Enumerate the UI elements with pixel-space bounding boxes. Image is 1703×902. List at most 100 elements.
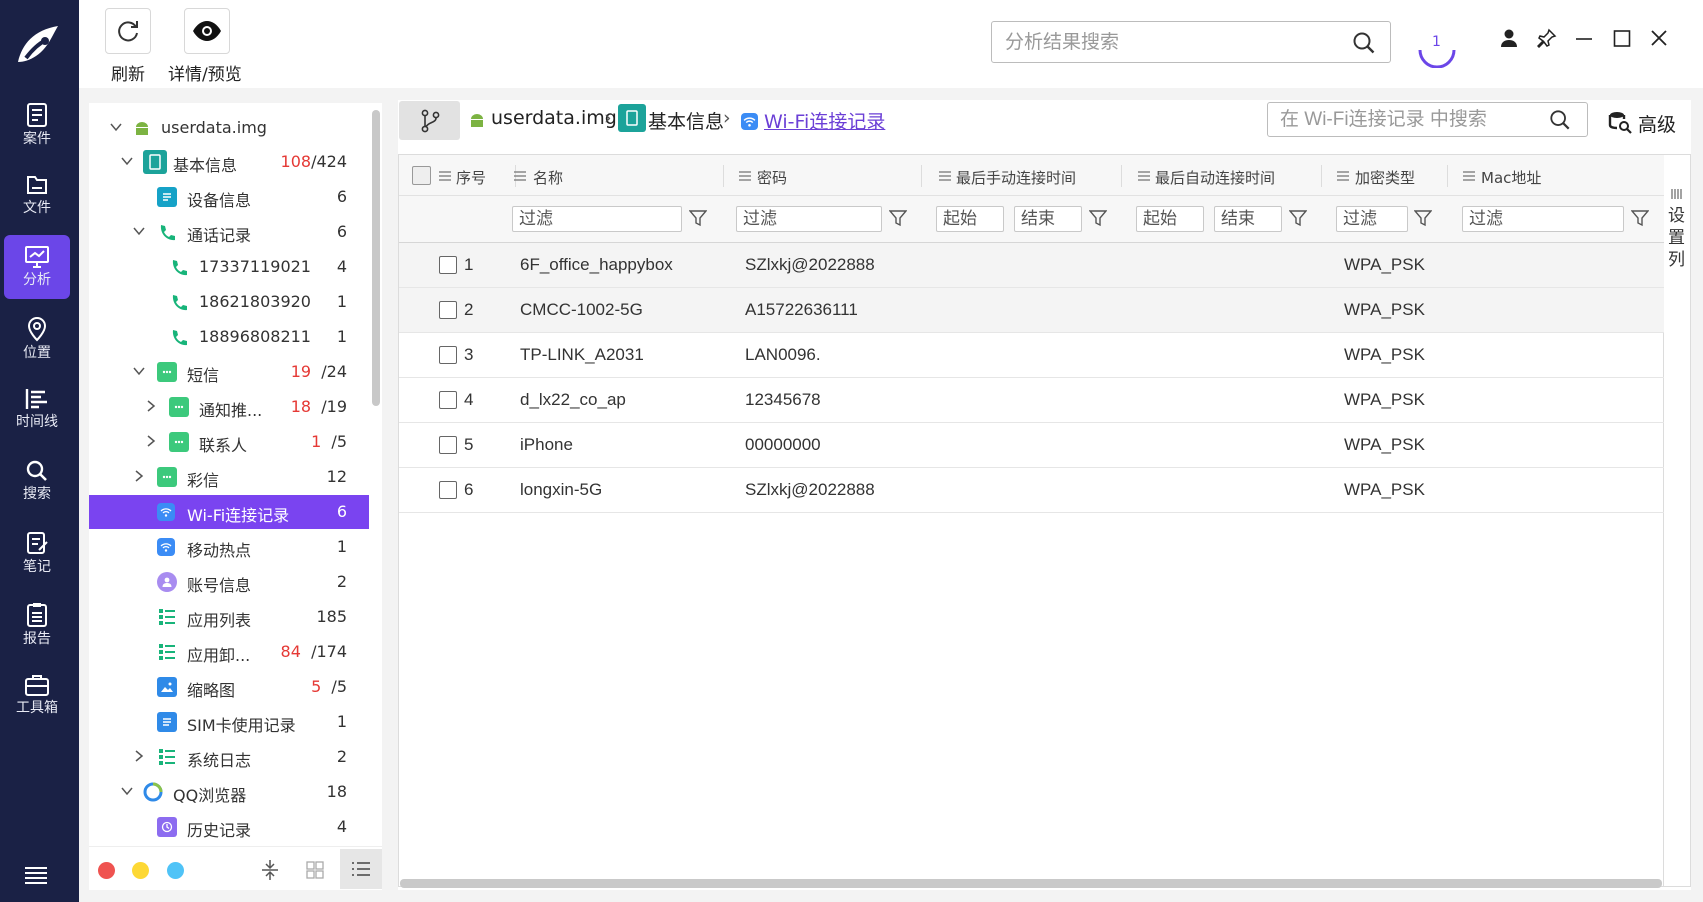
column-divider[interactable] <box>723 165 724 187</box>
column-header-password[interactable]: 密码 <box>757 167 787 188</box>
tree-item-sim-records[interactable]: SIM卡使用记录 1 <box>89 705 369 739</box>
nav-note[interactable]: 笔记 <box>4 520 70 584</box>
user-icon[interactable] <box>1500 28 1518 48</box>
table-row[interactable]: 3 TP-LINK_A2031 LAN0096. WPA_PSK <box>399 333 1665 378</box>
filter-icon[interactable] <box>689 209 707 227</box>
nav-file[interactable]: 文件 <box>4 163 70 227</box>
tree-item-mms[interactable]: 彩信 12 <box>89 460 369 494</box>
tree-scrollbar[interactable] <box>372 110 380 406</box>
filter-icon[interactable] <box>1089 209 1107 227</box>
refresh-button[interactable] <box>105 8 151 54</box>
chevron-down-icon[interactable] <box>133 365 145 377</box>
blue-tag-dot[interactable] <box>167 862 184 879</box>
filter-icon[interactable] <box>1289 209 1307 227</box>
tree-item-history[interactable]: 历史记录 4 <box>89 810 369 844</box>
column-header-manual-time[interactable]: 最后手动连接时间 <box>956 167 1076 188</box>
table-search-box[interactable] <box>1267 102 1588 137</box>
column-header-encryption[interactable]: 加密类型 <box>1355 167 1415 188</box>
filter-icon[interactable] <box>889 209 907 227</box>
tree-item-basic-info[interactable]: 基本信息 108/424 <box>89 145 369 179</box>
breadcrumb-current[interactable]: Wi-Fi连接记录 <box>764 107 885 134</box>
manual-time-start-input[interactable]: 起始 <box>936 206 1004 232</box>
table-row[interactable]: 1 6F_office_happybox SZlxkj@2022888 WPA_… <box>399 243 1665 288</box>
drag-handle-icon[interactable] <box>1337 171 1349 181</box>
column-divider[interactable] <box>1321 165 1322 187</box>
table-search-input[interactable] <box>1280 108 1540 132</box>
password-filter-input[interactable]: 过滤 <box>736 206 882 232</box>
drag-handle-icon[interactable] <box>739 171 751 181</box>
breadcrumb-mid[interactable]: 基本信息 <box>648 107 724 134</box>
close-icon[interactable] <box>1650 28 1668 48</box>
chevron-down-icon[interactable] <box>110 121 122 133</box>
column-header-mac[interactable]: Mac地址 <box>1481 167 1541 188</box>
minimize-icon[interactable] <box>1575 28 1593 48</box>
column-divider[interactable] <box>921 165 922 187</box>
row-checkbox[interactable] <box>439 346 457 364</box>
tree-item-call-number[interactable]: 18621803920 1 <box>89 285 369 319</box>
nav-toolbox[interactable]: 工具箱 <box>4 663 70 727</box>
row-checkbox[interactable] <box>439 391 457 409</box>
chevron-right-icon[interactable] <box>145 400 157 412</box>
select-all-checkbox[interactable] <box>412 166 431 185</box>
tree-item-app-list[interactable]: 应用列表 185 <box>89 600 369 634</box>
chevron-right-icon[interactable] <box>133 750 145 762</box>
column-divider[interactable] <box>1447 165 1448 187</box>
column-settings-button[interactable]: 设置列 <box>1664 154 1691 887</box>
nav-case[interactable]: 案件 <box>4 92 70 156</box>
table-horizontal-scrollbar[interactable] <box>400 879 1662 888</box>
encryption-filter-input[interactable]: 过滤 <box>1336 206 1408 232</box>
search-icon[interactable] <box>1549 109 1571 131</box>
drag-handle-icon[interactable] <box>1138 171 1150 181</box>
tree-item-device-info[interactable]: 设备信息 6 <box>89 180 369 214</box>
column-header-name[interactable]: 名称 <box>533 167 563 188</box>
list-view-button[interactable] <box>340 849 382 889</box>
yellow-tag-dot[interactable] <box>132 862 149 879</box>
red-tag-dot[interactable] <box>98 862 115 879</box>
tree-item-accounts[interactable]: 账号信息 2 <box>89 565 369 599</box>
hamburger-menu-icon[interactable] <box>24 866 48 886</box>
search-icon[interactable] <box>1352 31 1376 55</box>
tree-item-sms[interactable]: 短信 19 /24 <box>89 355 369 389</box>
column-header-auto-time[interactable]: 最后自动连接时间 <box>1155 167 1275 188</box>
column-header-no[interactable]: 序号 <box>456 167 486 188</box>
nav-timeline[interactable]: 时间线 <box>4 377 70 441</box>
tree-item-app-uninstall[interactable]: 应用卸... 84 /174 <box>89 635 369 669</box>
pin-icon[interactable] <box>1537 28 1557 48</box>
breadcrumb-root[interactable]: userdata.img <box>491 107 617 129</box>
row-checkbox[interactable] <box>439 436 457 454</box>
manual-time-end-input[interactable]: 结束 <box>1014 206 1082 232</box>
chevron-down-icon[interactable] <box>133 225 145 237</box>
nav-search[interactable]: 搜索 <box>4 449 70 513</box>
tree-item-hotspot[interactable]: 移动热点 1 <box>89 530 369 564</box>
chevron-right-icon[interactable] <box>133 470 145 482</box>
table-row[interactable]: 2 CMCC-1002-5G A15722636111 WPA_PSK <box>399 288 1665 333</box>
table-row[interactable]: 4 d_lx22_co_ap 12345678 WPA_PSK <box>399 378 1665 423</box>
auto-time-start-input[interactable]: 起始 <box>1136 206 1204 232</box>
chevron-down-icon[interactable] <box>121 785 133 797</box>
maximize-icon[interactable] <box>1613 28 1631 48</box>
tree-item-wifi-records[interactable]: Wi-Fi连接记录 6 <box>89 495 369 529</box>
chevron-down-icon[interactable] <box>121 155 133 167</box>
tree-item-calls[interactable]: 通话记录 6 <box>89 215 369 249</box>
auto-time-end-input[interactable]: 结束 <box>1214 206 1282 232</box>
tree-item-userdata[interactable]: userdata.img <box>89 111 369 145</box>
nav-location[interactable]: 位置 <box>4 306 70 370</box>
nav-report[interactable]: 报告 <box>4 592 70 656</box>
tree-item-system-log[interactable]: 系统日志 2 <box>89 740 369 774</box>
advanced-search-button[interactable]: 高级 <box>1608 108 1678 136</box>
preview-button[interactable] <box>184 8 230 54</box>
tree-item-call-number[interactable]: 17337119021 4 <box>89 250 369 284</box>
drag-handle-icon[interactable] <box>939 171 951 181</box>
column-divider[interactable] <box>1121 165 1122 187</box>
tree-item-notifications[interactable]: 通知推... 18 /19 <box>89 390 369 424</box>
drag-handle-icon[interactable] <box>1463 171 1475 181</box>
mac-filter-input[interactable]: 过滤 <box>1462 206 1624 232</box>
analysis-search-box[interactable] <box>991 21 1391 63</box>
table-row[interactable]: 6 longxin-5G SZlxkj@2022888 WPA_PSK <box>399 468 1665 513</box>
grid-view-icon[interactable] <box>306 861 324 879</box>
row-checkbox[interactable] <box>439 256 457 274</box>
row-checkbox[interactable] <box>439 301 457 319</box>
branch-button[interactable] <box>399 101 460 140</box>
nav-analysis[interactable]: 分析 <box>4 235 70 299</box>
drag-handle-icon[interactable] <box>439 171 451 181</box>
